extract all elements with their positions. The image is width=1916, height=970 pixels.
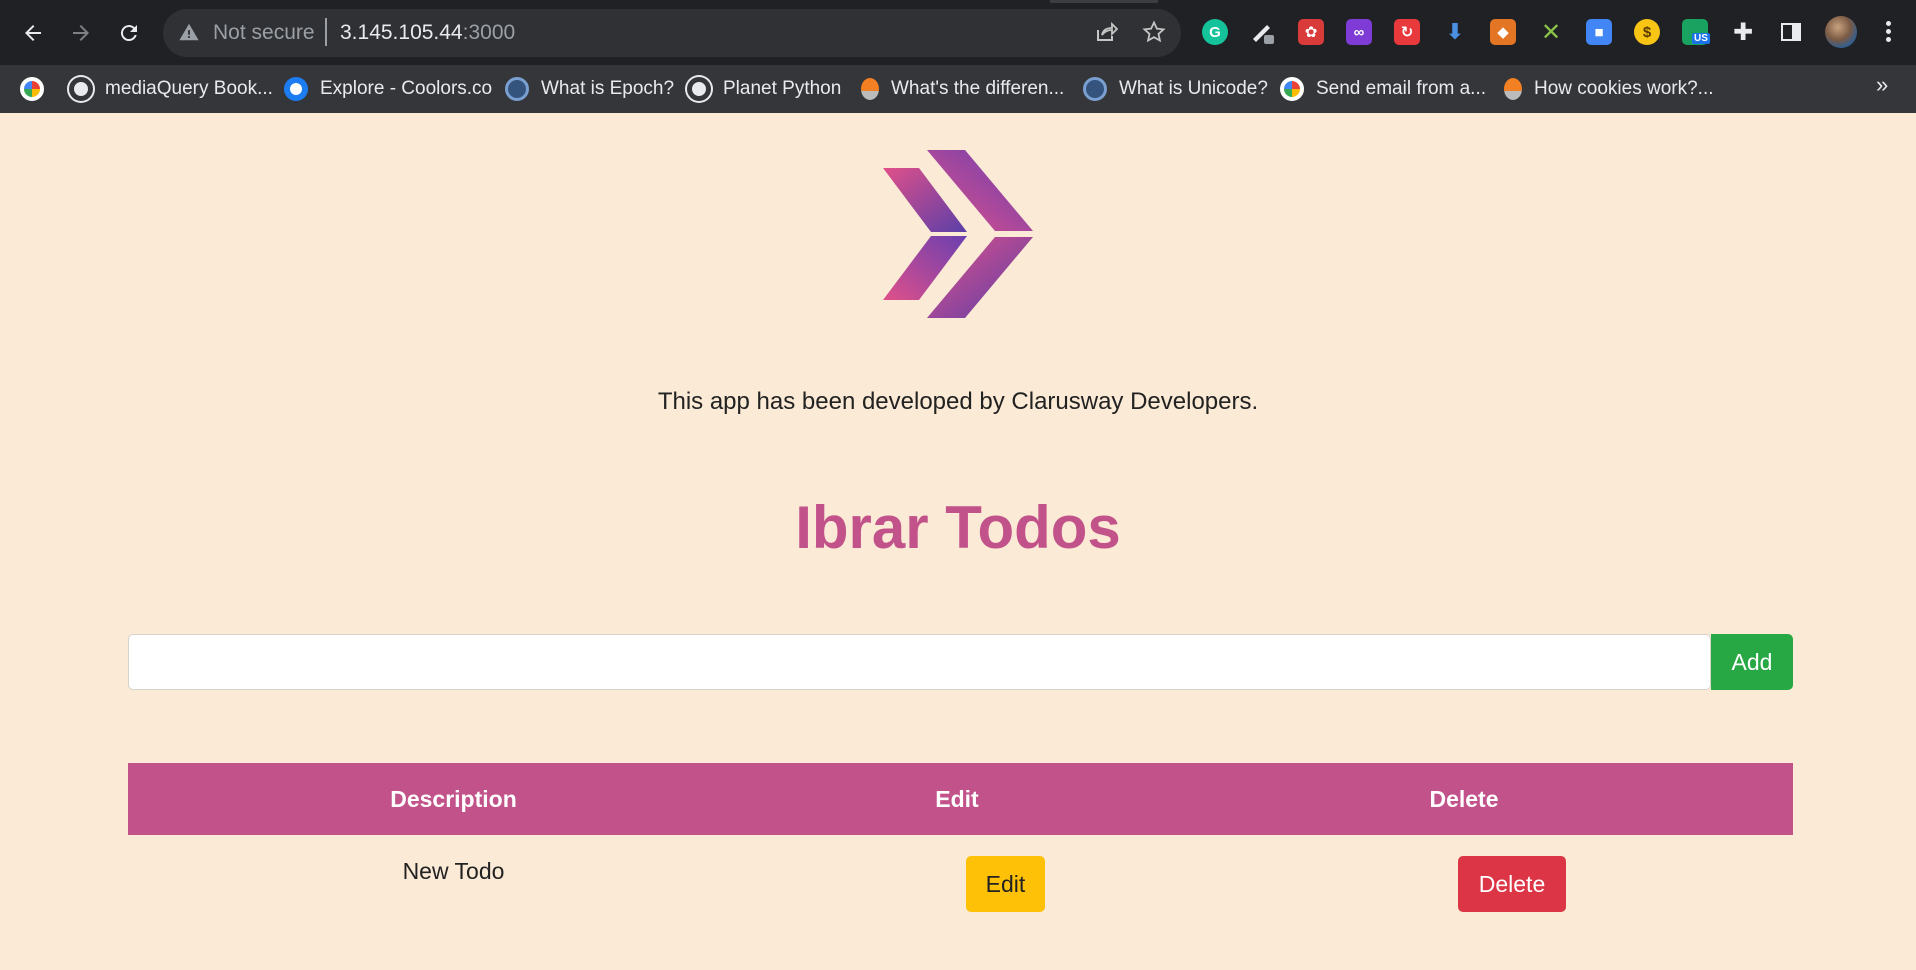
bookmark-send-email[interactable]: Send email from a...	[1280, 73, 1486, 105]
bookmark-unicode[interactable]: What is Unicode?	[1083, 73, 1268, 105]
bookmark-google[interactable]	[20, 73, 56, 105]
todo-input[interactable]	[128, 634, 1711, 690]
back-arrow-icon	[25, 25, 41, 41]
bookmark-label: Explore - Coolors.co	[320, 78, 493, 99]
download-extension-icon[interactable]: ⬇	[1442, 19, 1468, 45]
table-row: New Todo Edit Delete	[128, 835, 1793, 925]
table-header: Description Edit Delete	[128, 763, 1793, 835]
tab-strip-accent	[1050, 0, 1158, 3]
address-bar[interactable]	[163, 9, 1181, 57]
paw-extension-icon[interactable]: ✿	[1298, 19, 1324, 45]
back-button[interactable]	[14, 14, 52, 52]
developer-credit: This app has been developed by Clarusway…	[657, 388, 1259, 415]
todo-table: Description Edit Delete New Todo Edit De…	[128, 763, 1793, 925]
bookmark-cookies[interactable]: How cookies work?...	[1501, 73, 1714, 105]
blue-square-extension-icon[interactable]: ■	[1586, 19, 1612, 45]
todo-description: New Todo	[402, 858, 505, 884]
coolors-icon	[284, 77, 308, 101]
bookmark-epoch[interactable]: What is Epoch?	[505, 73, 674, 105]
delete-button[interactable]: Delete	[1458, 856, 1566, 912]
browser-toolbar: Not secure 3.145.105.44:3000 G ✿ ∞ ↻ ⬇ ◆…	[0, 0, 1916, 65]
bookmark-label: Send email from a...	[1316, 78, 1487, 99]
url-port: :3000	[462, 21, 516, 44]
share-icon[interactable]	[1094, 20, 1118, 44]
column-description: Description	[390, 785, 517, 812]
google-icon	[1280, 77, 1304, 101]
purple-extension-icon[interactable]: ∞	[1346, 19, 1372, 45]
forward-arrow-icon	[73, 25, 89, 41]
epoch-icon	[505, 77, 529, 101]
bookmark-mediaquery[interactable]: mediaQuery Book...	[69, 73, 273, 105]
bookmark-label: What is Unicode?	[1119, 78, 1268, 99]
globe-icon	[69, 77, 93, 101]
bookmark-planet-python[interactable]: Planet Python	[687, 73, 841, 105]
google-icon	[20, 77, 44, 101]
vpn-extension-icon[interactable]: US	[1682, 19, 1710, 45]
page-title: Ibrar Todos	[795, 494, 1121, 561]
reload-button[interactable]	[110, 14, 148, 52]
not-secure-label[interactable]: Not secure	[213, 21, 315, 45]
money-face-extension-icon[interactable]: $	[1634, 19, 1660, 45]
bookmark-label: mediaQuery Book...	[105, 78, 273, 99]
warning-triangle-icon[interactable]	[178, 21, 200, 43]
bookmark-label: What is Epoch?	[541, 78, 675, 99]
column-delete: Delete	[1429, 785, 1499, 812]
column-edit: Edit	[935, 785, 979, 812]
red-sync-extension-icon[interactable]: ↻	[1394, 19, 1420, 45]
profile-avatar[interactable]	[1825, 16, 1857, 48]
bookmark-label: What's the differen...	[891, 78, 1065, 99]
more-bookmarks-chevron-icon[interactable]: »	[1876, 72, 1888, 98]
app-logo	[883, 150, 1033, 318]
bookmark-coolors[interactable]: Explore - Coolors.co	[284, 73, 492, 105]
url-text[interactable]: 3.145.105.44:3000	[340, 21, 515, 45]
metamask-extension-icon[interactable]: ◆	[1490, 19, 1516, 45]
edit-button[interactable]: Edit	[966, 856, 1045, 912]
cross-tools-extension-icon[interactable]: ✕	[1538, 19, 1564, 46]
bookmark-label: Planet Python	[723, 78, 842, 99]
stackoverflow-icon	[1504, 78, 1522, 100]
forward-button[interactable]	[62, 14, 100, 52]
reload-icon	[120, 25, 137, 42]
bookmarks-bar: mediaQuery Book... Explore - Coolors.co …	[0, 65, 1916, 113]
globe-icon	[687, 77, 711, 101]
side-panel-icon[interactable]	[1778, 19, 1804, 45]
grammarly-extension-icon[interactable]: G	[1202, 19, 1228, 45]
stackoverflow-icon	[861, 78, 879, 100]
bookmark-label: How cookies work?...	[1534, 78, 1714, 99]
address-separator	[325, 18, 327, 46]
bookmark-whats-the-difference[interactable]: What's the differen...	[858, 73, 1064, 105]
extensions-puzzle-icon[interactable]: ✚	[1730, 19, 1756, 46]
epoch-icon	[1083, 77, 1107, 101]
vpn-badge: US	[1692, 33, 1710, 44]
url-host: 3.145.105.44	[340, 21, 463, 44]
pen-extension-icon[interactable]	[1250, 19, 1276, 45]
browser-menu-icon[interactable]	[1878, 18, 1898, 48]
add-button[interactable]: Add	[1711, 634, 1793, 690]
bookmark-star-icon[interactable]	[1142, 20, 1166, 44]
